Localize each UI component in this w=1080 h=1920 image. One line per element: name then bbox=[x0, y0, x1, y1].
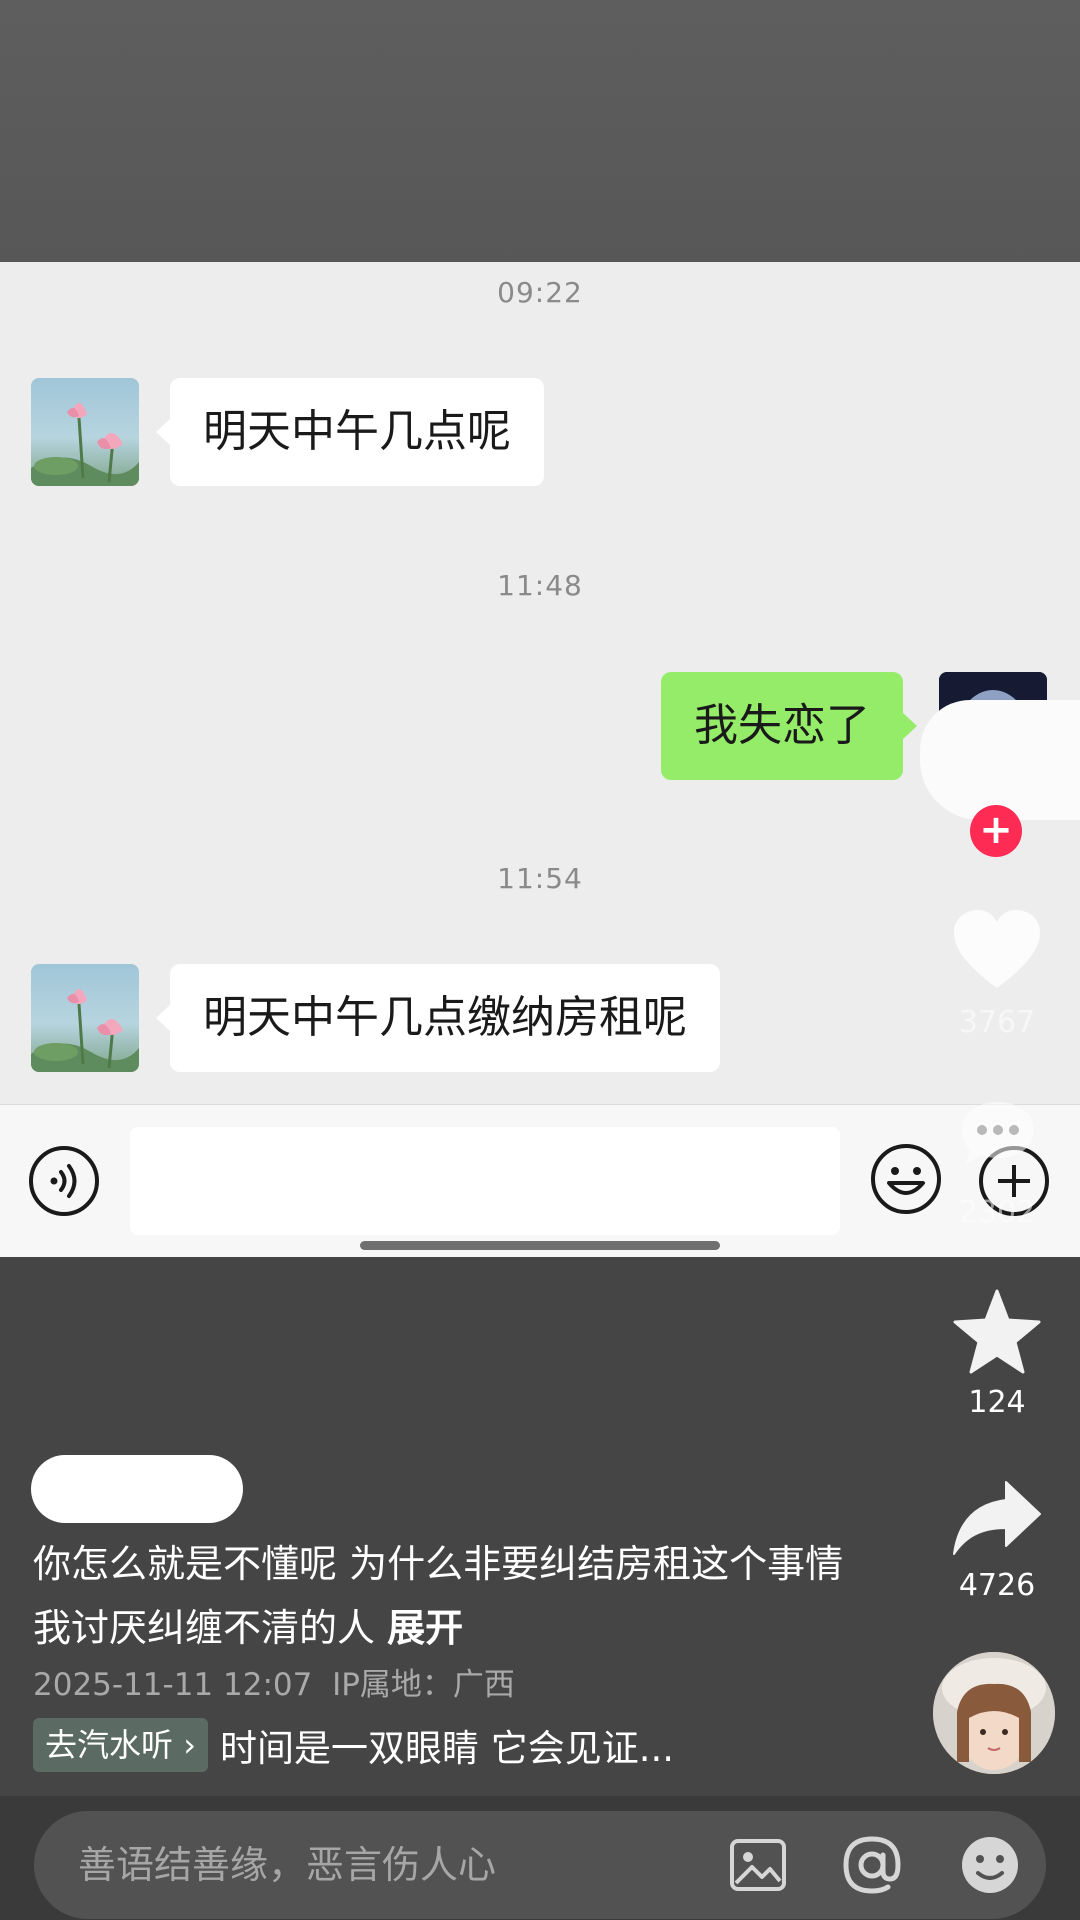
timestamp: 11:54 bbox=[497, 862, 583, 895]
comment-icon[interactable] bbox=[958, 1098, 1038, 1170]
image-icon[interactable] bbox=[728, 1835, 788, 1895]
chevron-right-icon: › bbox=[183, 1726, 196, 1764]
ip-location: IP属地：广西 bbox=[332, 1667, 515, 1703]
voice-icon bbox=[29, 1146, 99, 1216]
star-icon[interactable] bbox=[952, 1288, 1042, 1374]
like-count: 3767 bbox=[958, 1005, 1036, 1040]
post-meta: 2025-11-11 12:07 IP属地：广西 bbox=[33, 1659, 515, 1704]
follow-plus-button[interactable]: + bbox=[970, 805, 1022, 857]
redaction-blob bbox=[920, 700, 1080, 820]
comment-input[interactable]: 善语结善缘，恶言伤人心 bbox=[34, 1811, 1046, 1919]
timestamp: 11:48 bbox=[497, 569, 583, 602]
comment-count: 2302 bbox=[958, 1195, 1036, 1230]
expand-link[interactable]: 展开 bbox=[387, 1606, 463, 1650]
emoji-icon bbox=[871, 1144, 941, 1214]
comment-placeholder: 善语结善缘，恶言伤人心 bbox=[78, 1843, 497, 1887]
post-caption: 你怎么就是不懂呢 为什么非要纠结房租这个事情 我讨厌纠缠不清的人 展开 bbox=[33, 1532, 863, 1660]
favorite-count: 124 bbox=[968, 1385, 1026, 1420]
emoji-face-icon[interactable] bbox=[958, 1833, 1022, 1897]
share-arrow-icon[interactable] bbox=[952, 1478, 1042, 1558]
music-row: 去汽水听 › 时间是一双眼睛 它会见证... bbox=[33, 1718, 674, 1772]
music-app-tag[interactable]: 去汽水听 › bbox=[33, 1718, 208, 1772]
username-redaction bbox=[31, 1455, 243, 1523]
chat-text-input bbox=[130, 1127, 840, 1235]
timestamp: 09:22 bbox=[497, 276, 583, 309]
post-datetime: 2025-11-11 12:07 bbox=[33, 1667, 313, 1703]
lotus-avatar bbox=[31, 378, 139, 486]
received-message-bubble: 明天中午几点缴纳房租呢 bbox=[156, 964, 720, 1072]
at-mention-icon[interactable] bbox=[840, 1833, 904, 1897]
lotus-avatar bbox=[31, 964, 139, 1072]
sent-message-bubble: 我失恋了 bbox=[661, 672, 917, 780]
music-disc-avatar[interactable] bbox=[933, 1652, 1055, 1774]
heart-icon[interactable] bbox=[952, 908, 1042, 992]
chat-input-bar bbox=[0, 1104, 1080, 1257]
home-indicator bbox=[360, 1241, 720, 1250]
music-title[interactable]: 时间是一双眼睛 它会见证... bbox=[220, 1718, 674, 1772]
received-message-bubble: 明天中午几点呢 bbox=[156, 378, 544, 486]
share-count: 4726 bbox=[958, 1568, 1036, 1603]
video-top-dark-area bbox=[0, 0, 1080, 262]
music-app-label: 去汽水听 bbox=[45, 1726, 174, 1764]
